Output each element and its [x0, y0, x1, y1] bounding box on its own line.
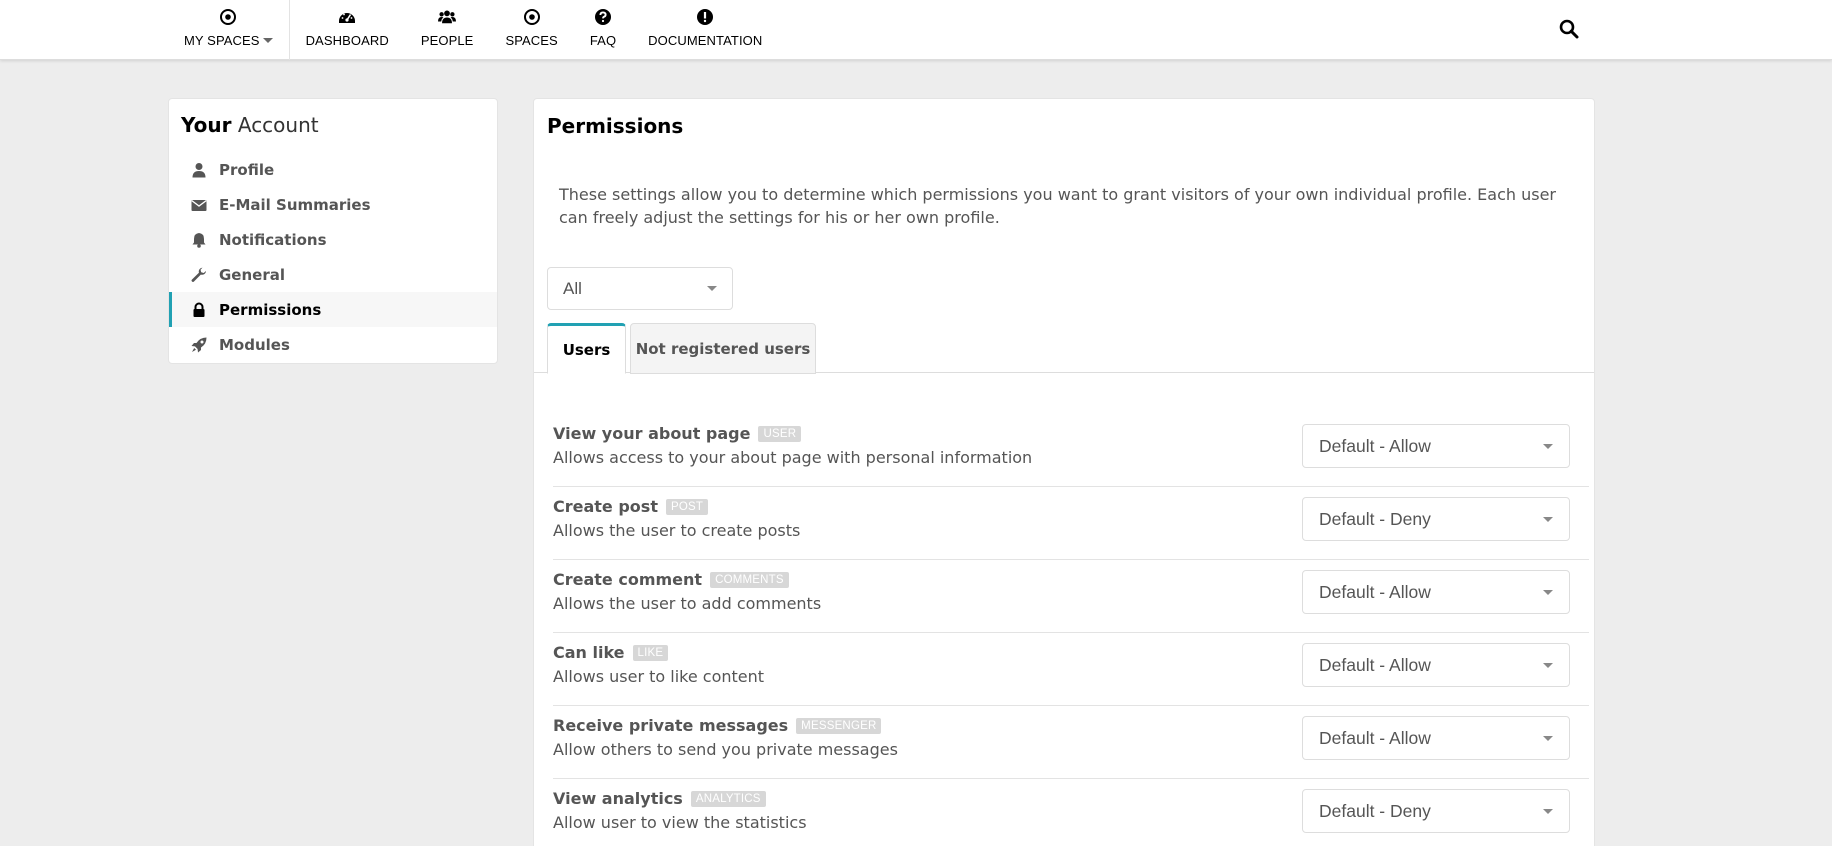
menu-item-notifications[interactable]: Notifications [169, 222, 497, 257]
top-navigation-bar: MY SPACES DASHBOARD PEOPLE SPACES FAQ DO… [0, 0, 1832, 60]
chevron-down-icon [1543, 589, 1553, 595]
user-icon [192, 162, 206, 177]
wrench-icon [191, 267, 206, 282]
menu-item-general[interactable]: General [169, 257, 497, 292]
rocket-icon [191, 337, 207, 352]
permission-row: View your about page USER Allows access t… [553, 414, 1589, 487]
chevron-down-icon [1543, 662, 1553, 668]
chevron-down-icon [707, 286, 717, 291]
permission-title: Create comment [553, 570, 703, 589]
page-title: Permissions [547, 114, 684, 138]
bell-icon [192, 232, 206, 248]
account-title-bold: Your [181, 113, 232, 137]
nav-documentation-label: DOCUMENTATION [648, 33, 763, 48]
nav-faq-label: FAQ [589, 33, 617, 48]
chevron-down-icon [1543, 735, 1553, 741]
group-filter-select[interactable]: All [547, 267, 733, 310]
permission-title: Create post [553, 497, 658, 516]
lock-icon [193, 302, 205, 317]
permission-state-value: Default - Allow [1319, 727, 1431, 748]
permission-tabs: Users Not registered users [534, 323, 1594, 374]
permission-state-select[interactable]: Default - Allow [1302, 716, 1570, 760]
dot-circle-icon [220, 9, 237, 25]
search-icon[interactable] [1558, 18, 1580, 40]
permission-description: Allow others to send you private message… [553, 740, 898, 759]
permissions-description: These settings allow you to determine wh… [559, 185, 1556, 227]
permission-title: View analytics [553, 789, 683, 808]
account-title-light: Account [237, 113, 319, 137]
module-badge: ANALYTICS [690, 790, 766, 807]
menu-item-label: Modules [219, 335, 290, 354]
question-circle-icon [595, 9, 611, 25]
module-badge: POST [665, 498, 709, 515]
permission-description: Allows access to your about page with pe… [553, 448, 1033, 467]
permission-row: Can like LIKE Allows user to like content… [553, 633, 1589, 706]
permission-state-select[interactable]: Default - Allow [1302, 570, 1570, 614]
menu-item-modules[interactable]: Modules [169, 327, 497, 362]
permission-state-select[interactable]: Default - Deny [1302, 789, 1570, 833]
permission-title: Receive private messages [553, 716, 789, 735]
nav-dashboard[interactable]: DASHBOARD [290, 0, 405, 60]
permission-row: Receive private messages MESSENGER Allow … [553, 706, 1589, 779]
permission-description: Allows the user to create posts [553, 521, 801, 540]
nav-my-spaces[interactable]: MY SPACES [168, 0, 290, 60]
menu-item-label: Profile [219, 160, 275, 179]
nav-dashboard-label: DASHBOARD [305, 33, 389, 48]
menu-item-label: Notifications [219, 230, 327, 249]
permission-description: Allows the user to add comments [553, 594, 822, 613]
nav-my-spaces-label: MY SPACES [184, 33, 260, 48]
menu-item-email-summaries[interactable]: E-Mail Summaries [169, 187, 497, 222]
chevron-down-icon [262, 38, 273, 43]
permission-state-value: Default - Allow [1319, 581, 1431, 602]
module-badge: COMMENTS [710, 571, 789, 588]
permission-state-value: Default - Allow [1319, 435, 1431, 456]
envelope-icon [191, 199, 207, 211]
permission-state-select[interactable]: Default - Allow [1302, 643, 1570, 687]
permission-state-value: Default - Deny [1319, 800, 1431, 821]
tachometer-icon [339, 13, 356, 23]
permission-row: View analytics ANALYTICS Allow user to vi… [553, 779, 1589, 846]
menu-item-label: E-Mail Summaries [219, 195, 371, 214]
permission-title: View your about page [553, 424, 751, 443]
permission-description: Allow user to view the statistics [553, 813, 807, 832]
permission-row: Create comment COMMENTS Allows the user t… [553, 560, 1589, 633]
menu-item-label: Permissions [219, 300, 322, 319]
nav-spaces-label: SPACES [505, 33, 558, 48]
permission-state-value: Default - Allow [1319, 654, 1431, 675]
permission-state-select[interactable]: Default - Allow [1302, 424, 1570, 468]
nav-people-label: PEOPLE [420, 33, 474, 48]
permission-state-select[interactable]: Default - Deny [1302, 497, 1570, 541]
tab-not-registered-users[interactable]: Not registered users [630, 323, 816, 374]
permission-description: Allows user to like content [553, 667, 765, 686]
permission-state-value: Default - Deny [1319, 508, 1431, 529]
nav-documentation[interactable]: DOCUMENTATION [632, 0, 778, 60]
module-badge: LIKE [632, 644, 669, 661]
group-filter-value: All [563, 278, 582, 298]
nav-spaces[interactable]: SPACES [489, 0, 573, 60]
account-panel-title: Your Account [181, 113, 319, 137]
nav-people[interactable]: PEOPLE [405, 0, 490, 60]
main-nav: MY SPACES DASHBOARD PEOPLE SPACES FAQ DO… [168, 0, 778, 60]
module-badge: USER [758, 425, 802, 442]
menu-item-permissions[interactable]: Permissions [169, 292, 497, 327]
account-menu: Profile E-Mail Summaries Notifications G… [169, 152, 497, 362]
permission-title: Can like [553, 643, 625, 662]
tab-users[interactable]: Users [547, 323, 626, 374]
chevron-down-icon [1543, 516, 1553, 522]
permission-list: View your about page USER Allows access t… [553, 414, 1589, 846]
permission-row: Create post POST Allows the user to creat… [553, 487, 1589, 560]
chevron-down-icon [1543, 808, 1553, 814]
exclamation-circle-icon [697, 9, 714, 25]
permissions-panel: Permissions These settings allow you to … [533, 98, 1595, 846]
account-menu-panel: Your Account Profile E-Mail Summaries No… [168, 98, 498, 364]
chevron-down-icon [1543, 443, 1553, 449]
module-badge: MESSENGER [796, 717, 882, 734]
menu-item-profile[interactable]: Profile [169, 152, 497, 187]
menu-item-label: General [219, 265, 285, 284]
dot-circle-icon [523, 9, 540, 25]
users-icon [438, 10, 457, 24]
nav-faq[interactable]: FAQ [574, 0, 632, 60]
